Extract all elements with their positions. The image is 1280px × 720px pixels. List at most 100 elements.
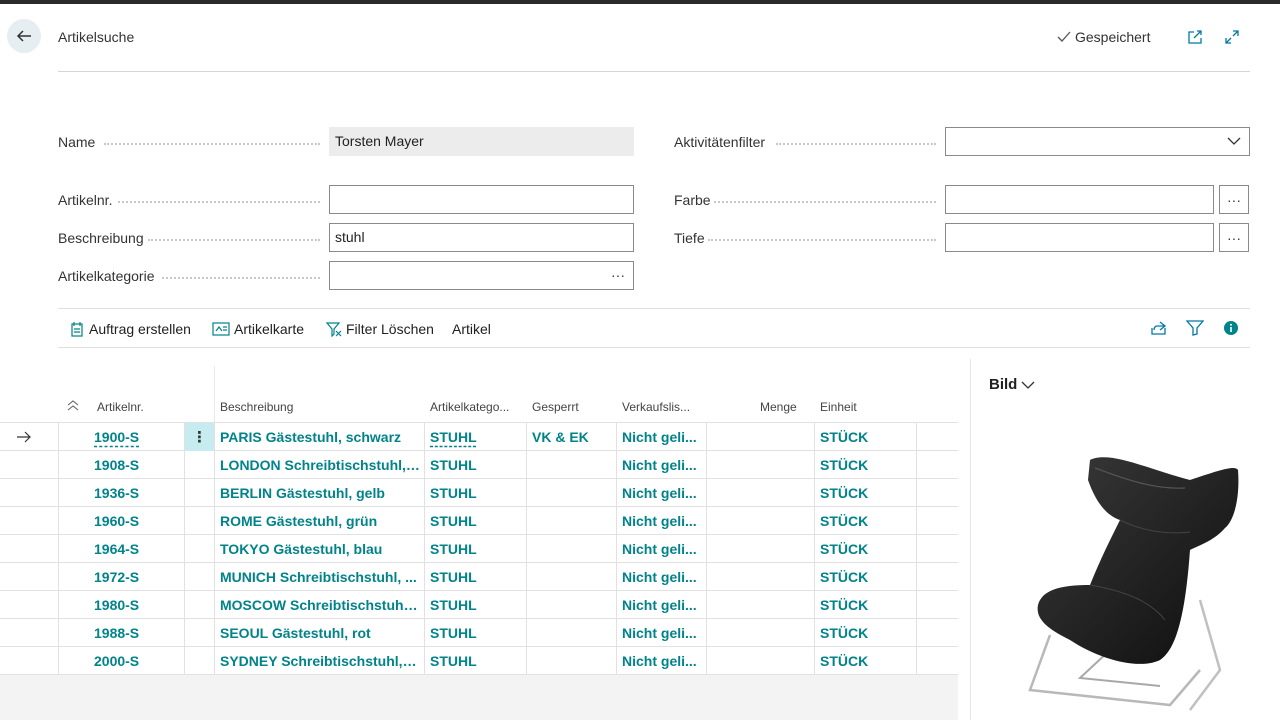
saved-label: Gespeichert [1075,29,1151,45]
beschreibung-field[interactable]: stuhl [329,223,634,252]
cell-beschreibung[interactable]: PARIS Gästestuhl, schwarz [220,423,420,451]
farbe-field[interactable] [945,185,1214,214]
cell-einheit: STÜCK [820,485,869,501]
ellipsis-icon: ··· [1227,229,1241,246]
cell-divider [814,619,815,647]
cell-divider [58,479,59,507]
col-header-verkaufsliste[interactable]: Verkaufslis... [622,400,690,414]
cell-beschreibung[interactable]: TOKYO Gästestuhl, blau [220,535,420,563]
cell-divider [424,563,425,591]
auftrag-erstellen-label: Auftrag erstellen [89,321,191,337]
info-button[interactable] [1221,318,1241,338]
cell-beschreibung[interactable]: SEOUL Gästestuhl, rot [220,619,420,647]
cell-beschreibung[interactable]: MUNICH Schreibtischstuhl, ... [220,563,420,591]
table-row[interactable]: 1908-S LONDON Schreibtischstuhl, ... STUHL… [0,451,958,479]
cell-gesperrt [532,479,612,507]
aktivitaetenfilter-label: Aktivitätenfilter [674,134,766,150]
auftrag-erstellen-button[interactable]: Auftrag erstellen [69,319,191,339]
tiefe-field[interactable] [945,223,1214,252]
expand-button[interactable] [1222,27,1242,47]
table-row[interactable]: 1988-S SEOUL Gästestuhl, rot STUHL Nicht ge… [0,619,958,647]
cell-artikelnr[interactable]: 1908-S [94,451,178,479]
share-icon [1151,321,1167,335]
cell-verkaufsliste: Nicht geli... [622,597,697,613]
cell-divider [706,647,707,675]
cell-divider [706,563,707,591]
cell-verkaufsliste: Nicht geli... [622,513,697,529]
cell-artikelnr[interactable]: 1980-S [94,591,178,619]
artikelkategorie-field[interactable]: ··· [329,261,634,290]
cell-beschreibung[interactable]: LONDON Schreibtischstuhl, ... [220,451,420,479]
cell-divider [214,479,215,507]
cell-artikelkategorie: STUHL [430,569,477,585]
cell-beschreibung[interactable]: ROME Gästestuhl, grün [220,507,420,535]
table-row[interactable]: ⋮ 1900-S PARIS Gästestuhl, schwarz STUHL VK … [0,423,958,451]
row-menu-icon[interactable]: ⋮ [185,423,214,451]
cell-artikelnr[interactable]: 1900-S [94,423,178,451]
cell-artikelnr[interactable]: 1964-S [94,535,178,563]
cell-menge [712,647,808,675]
table-row[interactable]: 2000-S SYDNEY Schreibtischstuhl, g... STUH… [0,647,958,675]
cell-menge [712,619,808,647]
cell-artikelnr[interactable]: 1936-S [94,479,178,507]
cell-gesperrt [532,507,612,535]
filter-button[interactable] [1185,318,1205,338]
artikel-menu-label: Artikel [452,321,491,337]
back-button[interactable] [7,19,41,53]
cell-beschreibung[interactable]: SYDNEY Schreibtischstuhl, g... [220,647,420,675]
cell-beschreibung[interactable]: MOSCOW Schreibtischstuhl,... [220,591,420,619]
artikel-menu-button[interactable]: Artikel [452,319,491,339]
header-divider [58,71,1250,72]
cell-divider [184,451,185,479]
cell-divider [916,507,917,535]
artikelkarte-button[interactable]: Artikelkarte [212,319,304,339]
col-header-beschreibung[interactable]: Beschreibung [220,400,293,414]
column-divider [214,366,215,422]
new-order-icon [71,322,83,337]
page-title: Artikelsuche [58,29,135,45]
filter-loeschen-button[interactable]: Filter Löschen [326,319,434,339]
tiefe-leader [708,239,936,241]
cell-divider [526,479,527,507]
open-new-window-button[interactable] [1185,27,1205,47]
table-row[interactable]: 1980-S MOSCOW Schreibtischstuhl,... STUHL N… [0,591,958,619]
table-row[interactable]: 1972-S MUNICH Schreibtischstuhl, ... STUHL… [0,563,958,591]
cell-artikelkategorie: STUHL [430,485,477,501]
cell-divider [214,647,215,675]
cell-artikelnr[interactable]: 1988-S [94,619,178,647]
cell-divider [214,507,215,535]
cell-menge [712,451,808,479]
cell-verkaufsliste: Nicht geli... [622,653,697,669]
back-arrow-icon [16,30,31,42]
table-row[interactable]: 1936-S BERLIN Gästestuhl, gelb STUHL Nicht … [0,479,958,507]
col-header-artikelnr[interactable]: Artikelnr. [97,400,144,414]
table-row[interactable]: 1964-S TOKYO Gästestuhl, blau STUHL Nicht g… [0,535,958,563]
tiefe-lookup-button[interactable]: ··· [1219,223,1249,252]
col-header-einheit[interactable]: Einheit [820,400,857,414]
col-header-gesperrt[interactable]: Gesperrt [532,400,579,414]
cell-artikelnr[interactable]: 1960-S [94,507,178,535]
table-row[interactable]: 1960-S ROME Gästestuhl, grün STUHL Nicht ge… [0,507,958,535]
cell-artikelnr[interactable]: 2000-S [94,647,178,675]
cell-divider [814,479,815,507]
col-header-menge[interactable]: Menge [760,400,797,414]
bild-factbox-toggle[interactable]: Bild [989,376,1035,393]
artikelnr-field[interactable] [329,185,634,214]
cell-einheit: STÜCK [820,597,869,613]
name-leader [104,143,320,145]
cell-divider [424,535,425,563]
cell-artikelkategorie: STUHL [430,625,477,641]
cell-divider [916,591,917,619]
cell-divider [616,535,617,563]
cell-artikelkategorie: STUHL [430,457,477,473]
cell-menge [712,507,808,535]
farbe-lookup-button[interactable]: ··· [1219,185,1249,214]
share-button[interactable] [1149,318,1169,338]
cell-gesperrt [532,535,612,563]
cell-beschreibung[interactable]: BERLIN Gästestuhl, gelb [220,479,420,507]
sort-ascending-icon[interactable] [66,398,80,415]
col-header-artikelkategorie[interactable]: Artikelkatego... [430,400,509,414]
cell-artikelnr[interactable]: 1972-S [94,563,178,591]
ellipsis-icon[interactable]: ··· [611,262,625,289]
aktivitaetenfilter-dropdown[interactable] [945,127,1250,156]
